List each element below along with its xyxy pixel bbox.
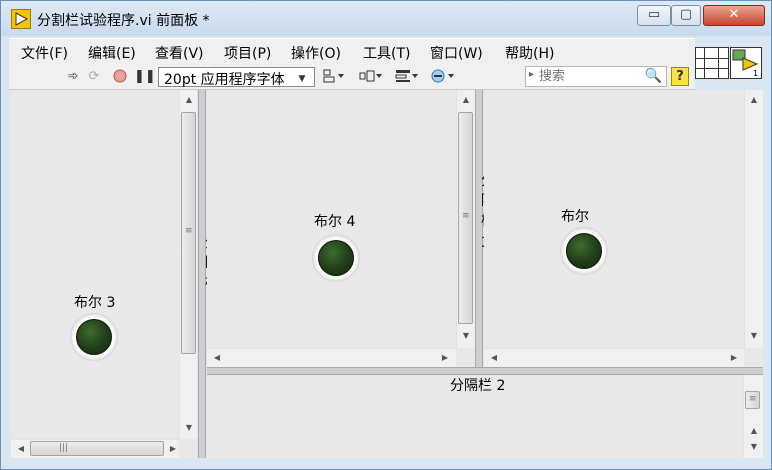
- align-objects-icon[interactable]: [323, 69, 345, 85]
- scroll-up-icon[interactable]: ▲: [746, 92, 762, 108]
- title-bar[interactable]: 分割栏试验程序.vi 前面板 * ▭ ▢ ✕: [1, 1, 771, 36]
- scroll-left-icon[interactable]: ◀: [13, 441, 29, 457]
- bottom-pane-vertical-scrollbar[interactable]: ≡ ▲ ▼: [743, 375, 763, 458]
- menu-window[interactable]: 窗口(W): [430, 43, 483, 63]
- search-icon[interactable]: 🔍: [645, 68, 662, 84]
- pause-icon[interactable]: ❚❚: [134, 69, 156, 85]
- labview-icon: [11, 9, 31, 29]
- connector-pane-icon[interactable]: [695, 47, 729, 79]
- led-core: [318, 240, 354, 276]
- distribute-objects-icon[interactable]: [359, 69, 383, 85]
- menu-operate[interactable]: 操作(O): [291, 43, 341, 63]
- menu-project[interactable]: 项目(P): [224, 43, 271, 63]
- left-pane-vertical-scrollbar[interactable]: ▲ ≡ ▼: [179, 90, 197, 439]
- scroll-left-icon[interactable]: ◀: [209, 350, 225, 366]
- boolean-4-label: 布尔 4: [314, 214, 356, 230]
- menu-file[interactable]: 文件(F): [21, 43, 68, 63]
- search-box[interactable]: ▸ 🔍: [525, 66, 667, 87]
- grip-icon: ≡: [462, 211, 470, 221]
- connector-line: [718, 48, 719, 78]
- led-core: [76, 319, 112, 355]
- minimize-icon: ▭: [647, 7, 661, 22]
- connector-line: [696, 58, 728, 59]
- connector-line: [696, 68, 728, 69]
- scroll-right-icon[interactable]: ▶: [437, 350, 453, 366]
- font-select[interactable]: 20pt 应用程序字体 ▼: [158, 67, 315, 88]
- grip-icon: ≡: [749, 394, 757, 404]
- minimize-button[interactable]: ▭: [637, 5, 671, 26]
- scroll-up-icon[interactable]: ▲: [746, 423, 762, 439]
- scroll-up-icon[interactable]: ▲: [458, 92, 474, 108]
- scroll-up-icon[interactable]: ▲: [181, 92, 197, 108]
- boolean-3-led[interactable]: [70, 313, 118, 361]
- scroll-thumb[interactable]: ≡: [745, 391, 760, 409]
- scroll-thumb[interactable]: ≡: [181, 112, 196, 354]
- close-button[interactable]: ✕: [703, 5, 765, 26]
- front-panel-window: 分割栏试验程序.vi 前面板 * ▭ ▢ ✕ 文件(F) 编辑(E) 查看(V)…: [0, 0, 772, 470]
- boolean-4-led[interactable]: [312, 234, 360, 282]
- pane-left: 布尔 3: [11, 90, 197, 458]
- window-title: 分割栏试验程序.vi 前面板 *: [37, 13, 210, 29]
- splitter-2[interactable]: [207, 367, 763, 375]
- context-help-button[interactable]: ?: [671, 67, 689, 86]
- right-pane-horizontal-scrollbar[interactable]: ◀ ▶: [484, 348, 744, 367]
- menu-tools[interactable]: 工具(T): [363, 43, 410, 63]
- pane-right: 布尔: [484, 90, 763, 367]
- boolean-right-label: 布尔: [561, 209, 589, 225]
- font-select-value: 20pt 应用程序字体: [164, 72, 285, 88]
- vi-icon[interactable]: 1: [730, 47, 762, 79]
- led-core: [566, 233, 602, 269]
- search-prefix-icon: ▸: [529, 69, 535, 80]
- abort-icon[interactable]: [112, 69, 128, 85]
- connector-line: [704, 48, 705, 78]
- menu-bar: 文件(F) 编辑(E) 查看(V) 项目(P) 操作(O) 工具(T) 窗口(W…: [9, 38, 695, 64]
- scroll-right-icon[interactable]: ▶: [726, 350, 742, 366]
- left-pane-horizontal-scrollbar[interactable]: ◀ ||| ▶: [11, 439, 179, 458]
- menu-view[interactable]: 查看(V): [155, 43, 204, 63]
- grip-icon: ≡: [185, 226, 193, 236]
- run-arrow-icon[interactable]: ➾: [65, 69, 81, 85]
- scroll-down-icon[interactable]: ▼: [746, 328, 762, 344]
- scroll-thumb[interactable]: ≡: [458, 112, 473, 324]
- resize-objects-icon[interactable]: [395, 69, 419, 85]
- pane-middle: 布尔 4: [207, 90, 475, 367]
- scroll-right-icon[interactable]: ▶: [165, 441, 181, 457]
- menu-help[interactable]: 帮助(H): [505, 43, 554, 63]
- pane-bottom: 分隔栏 2: [207, 375, 763, 458]
- middle-pane-horizontal-scrollbar[interactable]: ◀ ▶: [207, 348, 456, 367]
- search-input[interactable]: [539, 68, 644, 85]
- chevron-down-icon: ▼: [298, 74, 306, 84]
- scroll-down-icon[interactable]: ▼: [181, 420, 197, 436]
- right-pane-vertical-scrollbar[interactable]: ▲ ▼: [744, 90, 763, 348]
- scroll-left-icon[interactable]: ◀: [486, 350, 502, 366]
- close-icon: ✕: [728, 7, 740, 22]
- maximize-icon: ▢: [679, 7, 693, 22]
- splitter-2-label: 分隔栏 2: [450, 378, 506, 394]
- svg-text:1: 1: [753, 69, 758, 78]
- maximize-button[interactable]: ▢: [671, 5, 701, 26]
- boolean-right-led[interactable]: [560, 227, 608, 275]
- scroll-down-icon[interactable]: ▼: [458, 328, 474, 344]
- scroll-thumb[interactable]: |||: [30, 441, 164, 456]
- toolbar: ➾ ⟳ ❚❚ 20pt 应用程序字体 ▼ ▸ 🔍 ?: [9, 64, 695, 90]
- middle-pane-vertical-scrollbar[interactable]: ▲ ≡ ▼: [456, 90, 475, 348]
- menu-edit[interactable]: 编辑(E): [88, 43, 136, 63]
- grip-icon: |||: [59, 443, 69, 453]
- boolean-3-label: 布尔 3: [74, 295, 116, 311]
- reorder-icon[interactable]: [431, 69, 455, 85]
- run-continuously-icon[interactable]: ⟳: [86, 69, 102, 85]
- scroll-down-icon[interactable]: ▼: [746, 439, 762, 455]
